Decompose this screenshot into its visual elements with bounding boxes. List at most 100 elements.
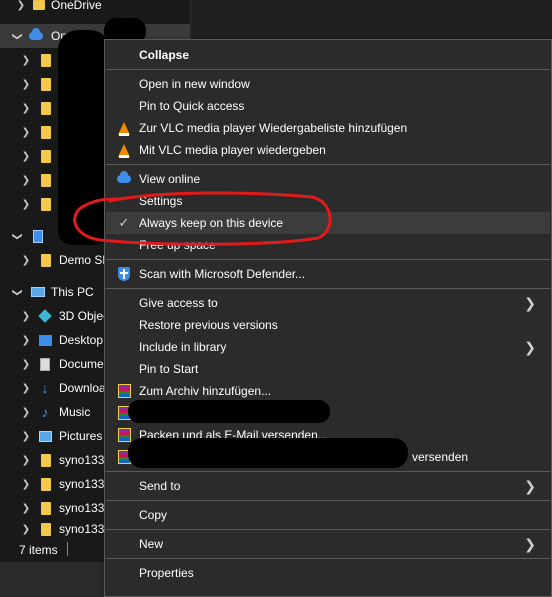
menu-item-view-online[interactable]: View online bbox=[106, 168, 550, 190]
chevron-right-icon[interactable]: ❯ bbox=[19, 79, 33, 90]
menu-item-add-archive[interactable]: Zum Archiv hinzufügen... bbox=[106, 380, 550, 402]
chevron-right-icon[interactable]: ❯ bbox=[19, 151, 33, 162]
menu-item-open-new-window[interactable]: Open in new window bbox=[106, 73, 550, 95]
chevron-right-icon: ❯ bbox=[524, 294, 536, 311]
document-icon bbox=[38, 357, 52, 371]
chevron-right-icon: ❯ bbox=[524, 338, 536, 355]
chevron-right-icon[interactable]: ❯ bbox=[19, 255, 33, 266]
chevron-right-icon[interactable]: ❯ bbox=[19, 103, 33, 114]
chevron-right-icon[interactable]: ❯ bbox=[19, 335, 33, 346]
chevron-down-icon[interactable]: ❯ bbox=[12, 285, 23, 299]
menu-item-vlc-add-playlist[interactable]: Zur VLC media player Wiedergabeliste hin… bbox=[106, 117, 550, 139]
item-count: 7 items bbox=[19, 543, 58, 557]
computer-icon bbox=[31, 285, 45, 299]
menu-item-properties[interactable]: Properties bbox=[106, 562, 550, 584]
nav-label: Pictures bbox=[59, 429, 103, 443]
menu-item-label: Include in library bbox=[139, 340, 227, 354]
menu-separator bbox=[106, 288, 550, 289]
nav-label: syno133 bbox=[59, 501, 105, 515]
menu-item-label: Mit VLC media player wiedergeben bbox=[139, 143, 326, 157]
nav-label: syno133 bbox=[59, 522, 105, 536]
chevron-right-icon: ❯ bbox=[524, 535, 536, 552]
defender-shield-icon bbox=[116, 266, 132, 282]
chevron-right-icon[interactable]: ❯ bbox=[19, 175, 33, 186]
menu-separator bbox=[106, 259, 550, 260]
folder-icon bbox=[39, 173, 53, 187]
chevron-right-icon[interactable]: ❯ bbox=[19, 455, 33, 466]
building-icon bbox=[31, 229, 45, 243]
desktop-icon bbox=[38, 333, 52, 347]
chevron-right-icon[interactable]: ❯ bbox=[19, 127, 33, 138]
menu-item-restore-versions[interactable]: Restore previous versions bbox=[106, 314, 550, 336]
context-menu: Collapse Open in new window Pin to Quick… bbox=[104, 39, 552, 597]
chevron-right-icon[interactable]: ❯ bbox=[19, 407, 33, 418]
menu-item-label: Zum Archiv hinzufügen... bbox=[139, 384, 272, 398]
menu-item-send-to[interactable]: Send to ❯ bbox=[106, 475, 550, 497]
menu-item-new[interactable]: New ❯ bbox=[106, 533, 550, 555]
menu-item-free-up-space[interactable]: Free up space bbox=[106, 234, 550, 256]
menu-separator bbox=[106, 164, 550, 165]
network-drive-icon bbox=[39, 453, 53, 467]
menu-item-label: Free up space bbox=[139, 238, 216, 252]
menu-item-include-library[interactable]: Include in library ❯ bbox=[106, 336, 550, 358]
chevron-right-icon[interactable]: ❯ bbox=[19, 359, 33, 370]
menu-item-defender-scan[interactable]: Scan with Microsoft Defender... bbox=[106, 263, 550, 285]
nav-label: Docume bbox=[59, 357, 104, 371]
menu-item-label: Scan with Microsoft Defender... bbox=[139, 267, 306, 281]
onedrive-cloud-icon bbox=[29, 28, 43, 43]
menu-item-always-keep[interactable]: ✓ Always keep on this device bbox=[106, 212, 550, 234]
menu-separator bbox=[106, 529, 550, 530]
menu-item-copy[interactable]: Copy bbox=[106, 504, 550, 526]
nav-label: 3D Objec bbox=[59, 309, 110, 323]
network-drive-icon bbox=[39, 501, 53, 515]
redaction-mark bbox=[128, 438, 408, 468]
menu-separator bbox=[106, 69, 550, 70]
chevron-right-icon[interactable]: ❯ bbox=[19, 503, 33, 514]
cube-icon bbox=[38, 309, 52, 323]
folder-icon bbox=[32, 0, 46, 12]
nav-label: Music bbox=[59, 405, 91, 419]
chevron-down-icon[interactable]: ❯ bbox=[12, 29, 23, 43]
menu-item-collapse[interactable]: Collapse bbox=[106, 44, 550, 66]
menu-item-label: Settings bbox=[139, 194, 183, 208]
menu-item-label: New bbox=[139, 537, 164, 551]
nav-label: OneDrive bbox=[51, 0, 102, 12]
nav-label: Demo Sh bbox=[59, 253, 110, 267]
menu-item-label: Properties bbox=[139, 566, 194, 580]
chevron-right-icon[interactable]: ❯ bbox=[19, 55, 33, 66]
vlc-icon bbox=[116, 142, 132, 158]
chevron-right-icon[interactable]: ❯ bbox=[19, 431, 33, 442]
chevron-right-icon[interactable]: ❯ bbox=[19, 524, 33, 535]
menu-item-label: Always keep on this device bbox=[139, 216, 284, 230]
music-icon: ♪ bbox=[41, 404, 49, 420]
vlc-icon bbox=[116, 120, 132, 136]
nav-label: Desktop bbox=[59, 333, 104, 347]
menu-item-vlc-play[interactable]: Mit VLC media player wiedergeben bbox=[106, 139, 550, 161]
network-drive-icon bbox=[39, 522, 53, 536]
menu-item-label: Copy bbox=[139, 508, 168, 522]
onedrive-cloud-icon bbox=[116, 171, 132, 187]
chevron-down-icon[interactable]: ❯ bbox=[12, 229, 23, 243]
menu-item-label: Give access to bbox=[139, 296, 218, 310]
menu-item-give-access[interactable]: Give access to ❯ bbox=[106, 292, 550, 314]
folder-icon bbox=[39, 77, 53, 91]
chevron-right-icon[interactable]: ❯ bbox=[19, 199, 33, 210]
nav-item-onedrive-top[interactable]: ❯ OneDrive bbox=[0, 0, 190, 17]
menu-item-label: View online bbox=[139, 172, 201, 186]
chevron-right-icon[interactable]: ❯ bbox=[19, 479, 33, 490]
menu-item-pin-start[interactable]: Pin to Start bbox=[106, 358, 550, 380]
menu-item-pin-quick-access[interactable]: Pin to Quick access bbox=[106, 95, 550, 117]
menu-item-label: Restore previous versions bbox=[139, 318, 278, 332]
folder-icon bbox=[39, 101, 53, 115]
redaction-mark bbox=[128, 400, 330, 423]
menu-item-label: versenden bbox=[412, 450, 469, 464]
menu-item-label: Pin to Start bbox=[139, 362, 199, 376]
folder-icon bbox=[39, 125, 53, 139]
menu-item-settings[interactable]: Settings bbox=[106, 190, 550, 212]
chevron-right-icon[interactable]: ❯ bbox=[19, 311, 33, 322]
chevron-right-icon[interactable]: ❯ bbox=[19, 383, 33, 394]
chevron-right-icon[interactable]: ❯ bbox=[14, 0, 28, 11]
nav-label: This PC bbox=[51, 285, 94, 299]
folder-icon bbox=[39, 53, 53, 67]
taskbar-strip bbox=[0, 562, 104, 597]
